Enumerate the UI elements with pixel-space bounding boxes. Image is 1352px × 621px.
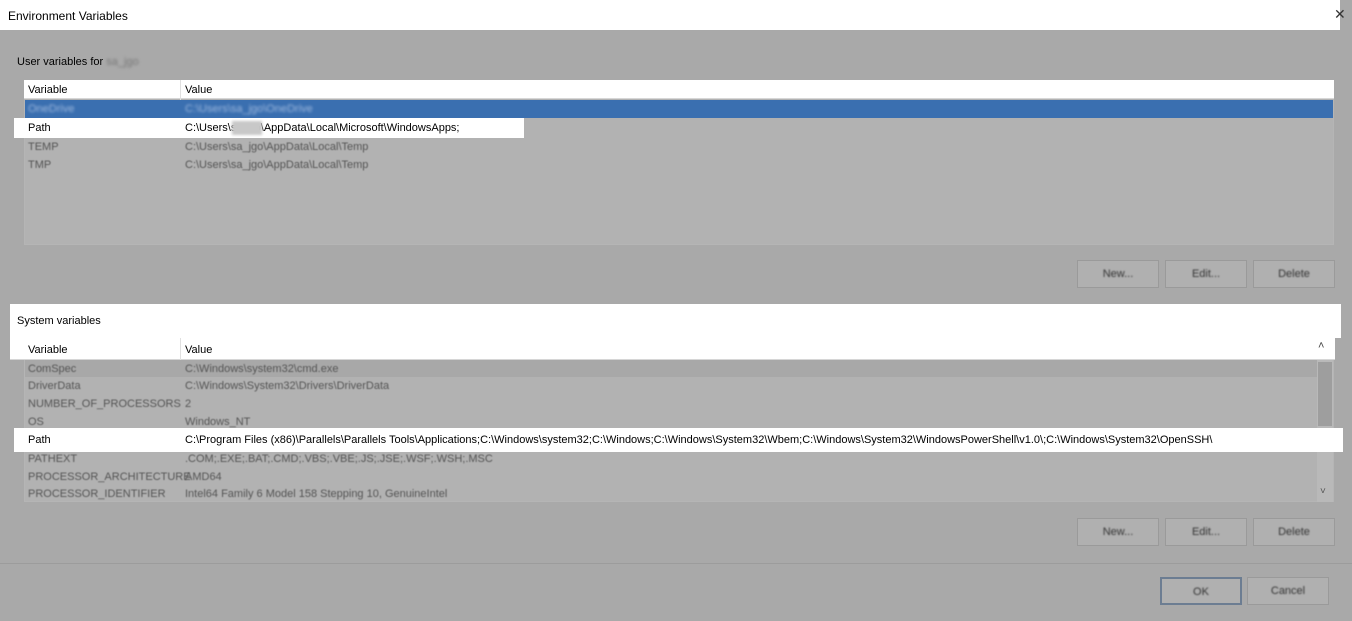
row-name: NUMBER_OF_PROCESSORS [28, 398, 181, 410]
user-name: sa_jgo [106, 56, 139, 68]
table-row[interactable]: PROCESSOR_IDENTIFIER Intel64 Family 6 Mo… [25, 485, 1317, 502]
user-vars-group-label: User variables for sa_jgo [17, 56, 139, 68]
table-row[interactable]: PROCESSOR_ARCHITECTURE AMD64 [25, 468, 1317, 485]
row-name: PROCESSOR_IDENTIFIER [28, 488, 166, 500]
row-name: ComSpec [28, 363, 77, 375]
user-vars-header: Variable Value [24, 80, 1334, 100]
close-icon[interactable]: ✕ [1334, 6, 1346, 23]
system-new-label: New... [1102, 526, 1134, 538]
column-header-value[interactable]: Value [185, 84, 212, 96]
scrollbar-thumb[interactable] [1318, 362, 1332, 426]
column-header-variable[interactable]: Variable [28, 344, 68, 356]
user-delete-button[interactable]: Delete [1253, 260, 1335, 288]
system-new-button[interactable]: New... [1077, 518, 1159, 546]
column-divider[interactable] [180, 338, 181, 360]
row-name: TEMP [28, 141, 59, 153]
row-name: Path [28, 122, 51, 134]
system-delete-label: Delete [1278, 526, 1310, 538]
cancel-button[interactable]: Cancel [1247, 577, 1329, 605]
user-edit-button[interactable]: Edit... [1165, 260, 1247, 288]
cancel-label: Cancel [1270, 585, 1306, 597]
table-row-selected[interactable]: OneDrive C:\Users\sa_jgo\OneDrive [25, 100, 1333, 118]
row-name: PATHEXT [28, 453, 78, 465]
row-value: C:\Program Files (x86)\Parallels\Paralle… [185, 434, 1213, 446]
column-header-variable[interactable]: Variable [28, 84, 68, 96]
row-value: AMD64 [185, 471, 222, 483]
row-value: C:\Windows\system32\cmd.exe [185, 363, 339, 375]
table-row[interactable]: Path C:\Users\s o\AppData\Local\Microsof… [14, 118, 524, 138]
footer-divider [0, 563, 1352, 564]
row-value: Windows_NT [185, 416, 251, 428]
scroll-down-icon[interactable]: ˅ [1320, 486, 1326, 497]
column-divider[interactable] [180, 80, 181, 100]
system-vars-label: System variables [17, 315, 101, 327]
table-row[interactable]: DriverData C:\Windows\System32\Drivers\D… [25, 377, 1317, 395]
ok-label: OK [1193, 586, 1209, 598]
table-row[interactable]: TMP C:\Users\sa_jgo\AppData\Local\Temp [25, 156, 1333, 174]
row-name: OS [28, 416, 44, 428]
scroll-up-icon[interactable]: ˄ [1318, 340, 1324, 352]
system-delete-button[interactable]: Delete [1253, 518, 1335, 546]
system-edit-label: Edit... [1191, 526, 1221, 538]
row-value: .COM;.EXE;.BAT;.CMD;.VBS;.VBE;.JS;.JSE;.… [185, 453, 493, 465]
user-new-label: New... [1102, 268, 1134, 280]
row-value: C:\Users\sa_jgo\OneDrive [185, 103, 313, 115]
row-name: DriverData [28, 380, 81, 392]
user-edit-label: Edit... [1191, 268, 1221, 280]
row-value: C:\Users\s o\AppData\Local\Microsoft\Win… [185, 122, 460, 134]
row-value: Intel64 Family 6 Model 158 Stepping 10, … [185, 488, 448, 500]
system-edit-button[interactable]: Edit... [1165, 518, 1247, 546]
row-value: C:\Users\sa_jgo\AppData\Local\Temp [185, 141, 369, 153]
table-row[interactable]: PATHEXT .COM;.EXE;.BAT;.CMD;.VBS;.VBE;.J… [25, 451, 1317, 468]
system-vars-header: Variable Value ˄ [10, 338, 1335, 360]
redacted-region [232, 121, 262, 135]
system-vars-group-band: System variables [10, 304, 1341, 338]
table-row[interactable]: NUMBER_OF_PROCESSORS 2 [25, 395, 1317, 413]
row-value: C:\Windows\System32\Drivers\DriverData [185, 380, 390, 392]
title-bar: Environment Variables [0, 0, 1340, 30]
user-new-button[interactable]: New... [1077, 260, 1159, 288]
table-row[interactable]: ComSpec C:\Windows\system32\cmd.exe [25, 360, 1317, 377]
row-name: Path [28, 434, 51, 446]
user-vars-label: User variables for [17, 56, 104, 68]
window-title: Environment Variables [8, 9, 128, 23]
row-name: PROCESSOR_ARCHITECTURE [28, 471, 191, 483]
table-row[interactable]: Path C:\Program Files (x86)\Parallels\Pa… [14, 428, 1343, 452]
row-value: 2 [185, 398, 192, 410]
ok-button[interactable]: OK [1160, 577, 1242, 605]
column-header-value[interactable]: Value [185, 344, 212, 356]
user-delete-label: Delete [1278, 268, 1310, 280]
row-name: TMP [28, 159, 52, 171]
row-value: C:\Users\sa_jgo\AppData\Local\Temp [185, 159, 369, 171]
row-name: OneDrive [28, 103, 75, 115]
table-row[interactable]: TEMP C:\Users\sa_jgo\AppData\Local\Temp [25, 138, 1333, 156]
